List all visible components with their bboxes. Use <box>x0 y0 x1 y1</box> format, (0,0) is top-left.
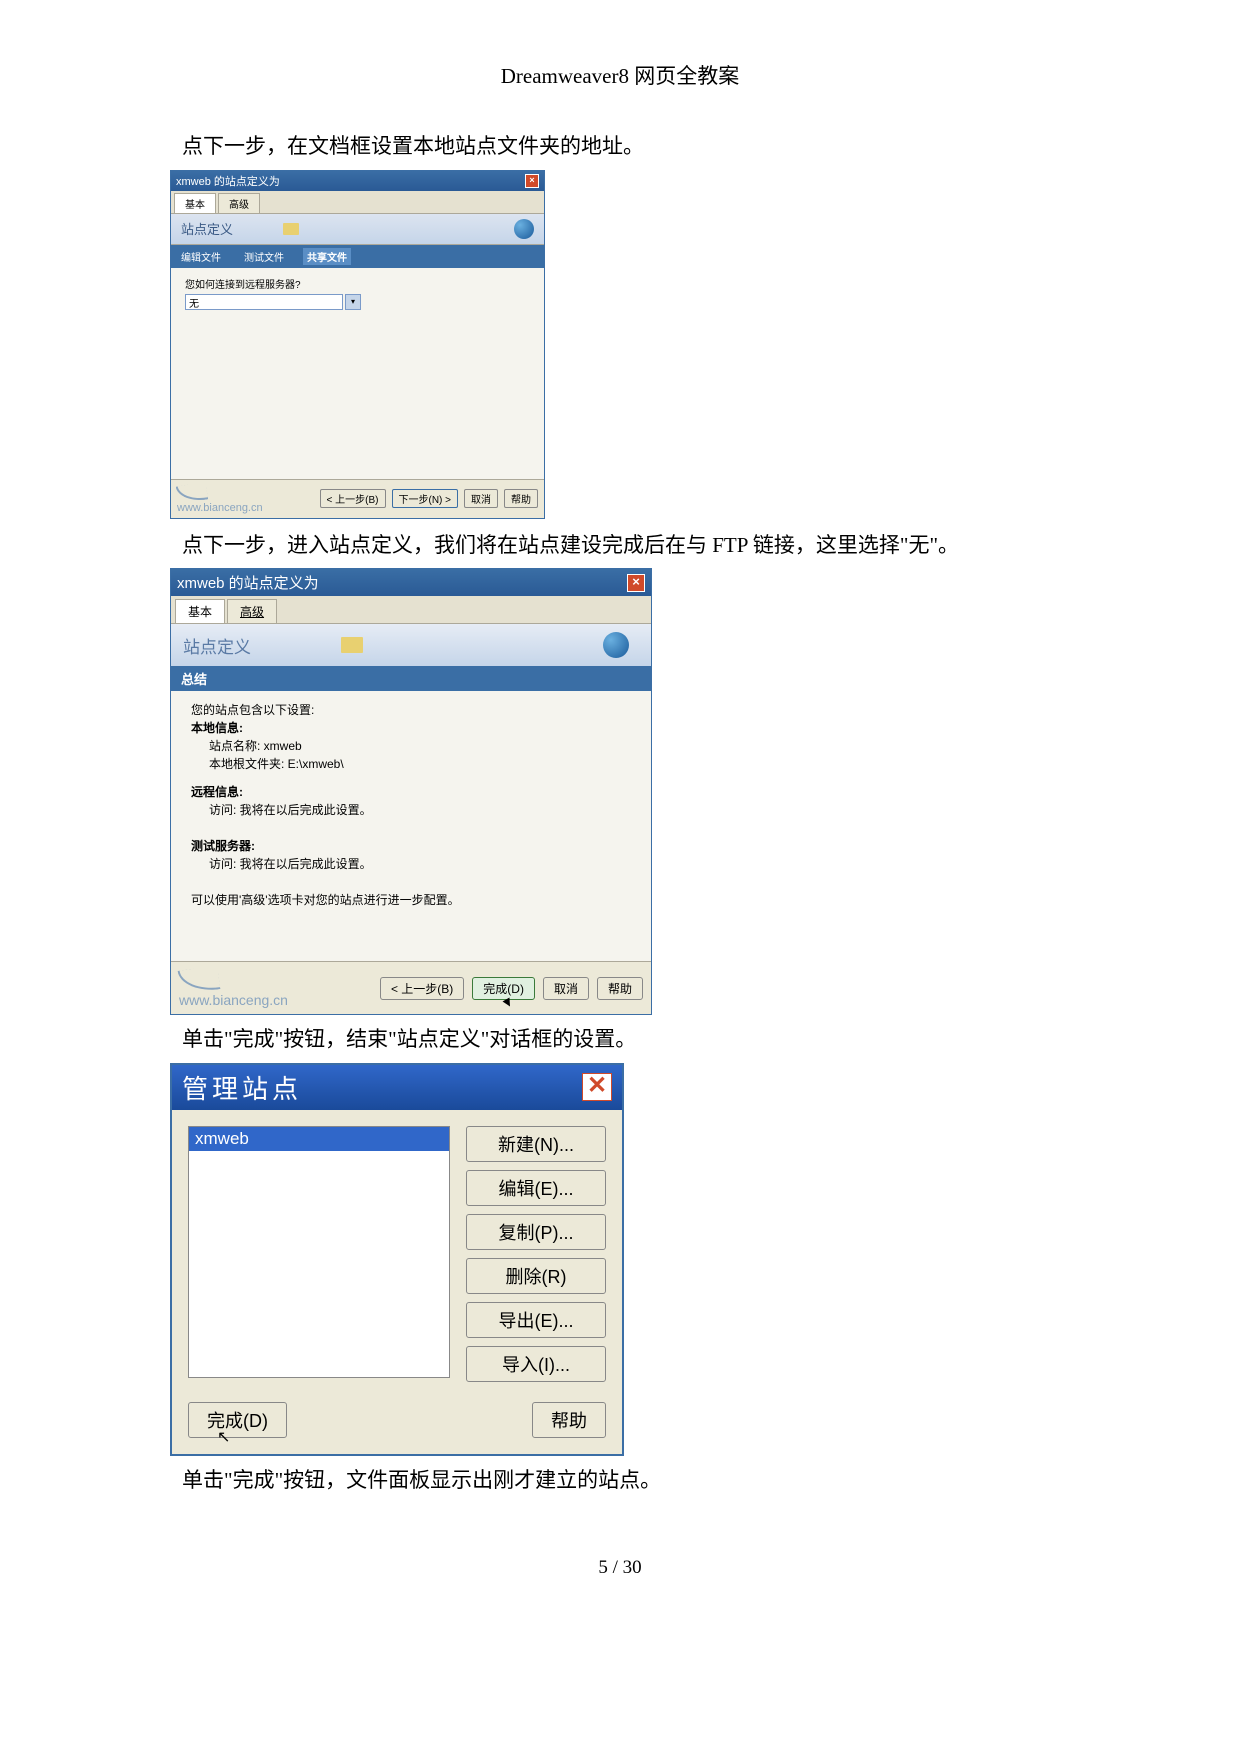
test-server-access: 访问: 我将在以后完成此设置。 <box>191 855 631 873</box>
tab-advanced[interactable]: 高级 <box>218 193 260 213</box>
dialog1-heading-bar: 站点定义 <box>171 214 544 245</box>
remote-info-label: 远程信息: <box>191 783 631 801</box>
export-button[interactable]: 导出(E)... <box>466 1302 606 1338</box>
select-value: 无 <box>185 294 343 310</box>
import-button[interactable]: 导入(I)... <box>466 1346 606 1382</box>
dialog1-title-text: xmweb 的站点定义为 <box>176 173 280 189</box>
cursor-icon: ↖ <box>217 1427 230 1447</box>
prev-button[interactable]: < 上一步(B) <box>320 489 386 508</box>
dialog1-titlebar: xmweb 的站点定义为 × <box>171 171 544 191</box>
dialog2-tabs: 基本 高级 <box>171 596 651 624</box>
done-button[interactable]: 完成(D) ↖ <box>188 1402 287 1438</box>
watermark: www.bianceng.cn <box>179 968 288 1008</box>
dialog2-body: 您的站点包含以下设置: 本地信息: 站点名称: xmweb 本地根文件夹: E:… <box>171 691 651 961</box>
remote-access: 访问: 我将在以后完成此设置。 <box>191 801 631 819</box>
paragraph-4: 单击"完成"按钮，文件面板显示出刚才建立的站点。 <box>140 1464 1100 1498</box>
sites-list[interactable]: xmweb <box>188 1126 450 1378</box>
summary-section-header: 总结 <box>171 666 651 691</box>
dialog2-footer: www.bianceng.cn < 上一步(B) 完成(D) 取消 帮助 <box>171 961 651 1014</box>
local-site-name: 站点名称: xmweb <box>191 737 631 755</box>
connect-question: 您如何连接到远程服务器? <box>185 276 530 291</box>
dialog3-button-column: 新建(N)... 编辑(E)... 复制(P)... 删除(R) 导出(E)..… <box>466 1126 606 1382</box>
close-icon[interactable]: × <box>525 174 539 188</box>
test-server-group: 测试服务器: 访问: 我将在以后完成此设置。 <box>191 837 631 873</box>
dialog3-footer: 完成(D) ↖ 帮助 <box>172 1398 622 1454</box>
next-button[interactable]: 下一步(N) > <box>392 489 459 508</box>
paragraph-3: 单击"完成"按钮，结束"站点定义"对话框的设置。 <box>140 1023 1100 1057</box>
dialog1-heading: 站点定义 <box>181 219 233 238</box>
paragraph-2: 点下一步，进入站点定义，我们将在站点建设完成后在与 FTP 链接，这里选择"无"… <box>140 529 1100 563</box>
watermark: www.bianceng.cn <box>177 484 263 514</box>
close-icon[interactable]: ✕ <box>582 1073 612 1101</box>
tab-basic[interactable]: 基本 <box>175 599 225 623</box>
advanced-tip: 可以使用'高级'选项卡对您的站点进行进一步配置。 <box>191 891 631 909</box>
swoosh-icon <box>178 966 221 995</box>
delete-button[interactable]: 删除(R) <box>466 1258 606 1294</box>
connection-select[interactable]: 无 ▾ <box>185 294 530 310</box>
cancel-button[interactable]: 取消 <box>543 977 589 1000</box>
dialog1-footer: www.bianceng.cn < 上一步(B) 下一步(N) > 取消 帮助 <box>171 479 544 518</box>
close-icon[interactable]: × <box>627 574 645 592</box>
summary-intro: 您的站点包含以下设置: <box>191 701 631 719</box>
help-button[interactable]: 帮助 <box>597 977 643 1000</box>
site-definition-dialog-2: xmweb 的站点定义为 × 基本 高级 站点定义 总结 您的站点包含以下设置:… <box>170 568 652 1015</box>
list-item[interactable]: xmweb <box>189 1127 449 1151</box>
page-number: 5 / 30 <box>140 1557 1100 1579</box>
manage-sites-dialog: 管理站点 ✕ xmweb 新建(N)... 编辑(E)... 复制(P)... … <box>170 1063 624 1456</box>
done-button[interactable]: 完成(D) <box>472 977 535 1000</box>
new-button[interactable]: 新建(N)... <box>466 1126 606 1162</box>
site-definition-dialog-1: xmweb 的站点定义为 × 基本 高级 站点定义 编辑文件 测试文件 共享文件… <box>170 170 545 519</box>
local-root-folder: 本地根文件夹: E:\xmweb\ <box>191 755 631 773</box>
tab-basic[interactable]: 基本 <box>174 193 216 213</box>
help-button[interactable]: 帮助 <box>532 1402 606 1438</box>
dialog2-titlebar: xmweb 的站点定义为 × <box>171 569 651 596</box>
local-info-group: 本地信息: 站点名称: xmweb 本地根文件夹: E:\xmweb\ <box>191 719 631 773</box>
subtab-test-files[interactable]: 测试文件 <box>240 248 288 265</box>
folder-icon <box>283 223 299 235</box>
dialog3-body: xmweb 新建(N)... 编辑(E)... 复制(P)... 删除(R) 导… <box>172 1110 622 1398</box>
paragraph-1: 点下一步，在文档框设置本地站点文件夹的地址。 <box>140 130 1100 164</box>
folder-icon <box>341 637 363 653</box>
cancel-button[interactable]: 取消 <box>464 489 498 508</box>
prev-button[interactable]: < 上一步(B) <box>380 977 464 1000</box>
dialog3-titlebar: 管理站点 ✕ <box>172 1065 622 1110</box>
dialog2-heading: 站点定义 <box>183 633 251 658</box>
subtab-share-files[interactable]: 共享文件 <box>303 248 351 265</box>
dialog1-tabs: 基本 高级 <box>171 191 544 214</box>
page-header: Dreamweaver8 网页全教案 <box>140 60 1100 90</box>
local-info-label: 本地信息: <box>191 719 631 737</box>
globe-icon <box>514 219 534 239</box>
chevron-down-icon[interactable]: ▾ <box>345 294 361 310</box>
dialog1-subtabs: 编辑文件 测试文件 共享文件 <box>171 245 544 268</box>
dialog2-heading-bar: 站点定义 <box>171 624 651 666</box>
globe-icon <box>603 632 629 658</box>
help-button[interactable]: 帮助 <box>504 489 538 508</box>
edit-button[interactable]: 编辑(E)... <box>466 1170 606 1206</box>
dialog3-title-text: 管理站点 <box>182 1069 302 1106</box>
copy-button[interactable]: 复制(P)... <box>466 1214 606 1250</box>
tab-advanced[interactable]: 高级 <box>227 599 277 623</box>
subtab-edit-files[interactable]: 编辑文件 <box>177 248 225 265</box>
dialog1-body: 您如何连接到远程服务器? 无 ▾ <box>171 268 544 479</box>
remote-info-group: 远程信息: 访问: 我将在以后完成此设置。 <box>191 783 631 819</box>
test-server-label: 测试服务器: <box>191 837 631 855</box>
dialog2-title-text: xmweb 的站点定义为 <box>177 572 319 593</box>
